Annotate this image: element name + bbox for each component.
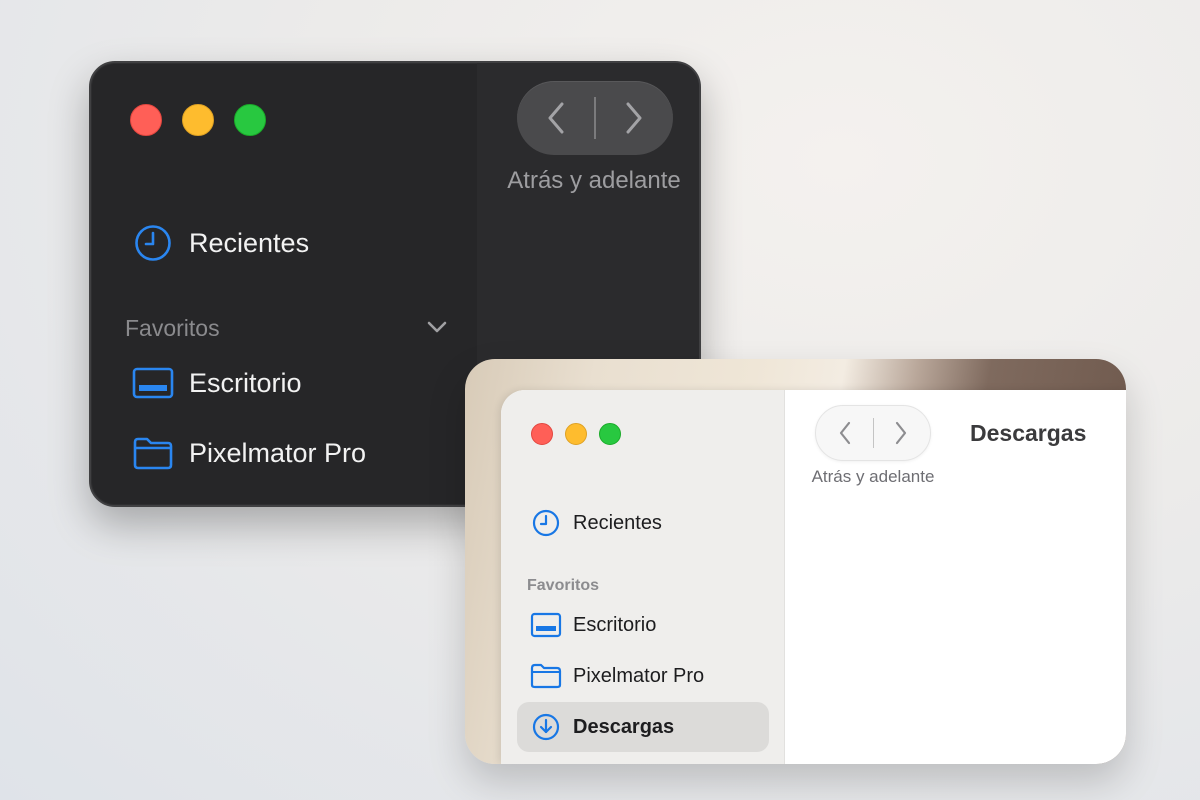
sidebar-item-label: Escritorio [573, 613, 657, 636]
chevron-down-icon[interactable] [425, 315, 449, 339]
forward-button[interactable] [872, 406, 930, 460]
sidebar-item-label: Pixelmator Pro [573, 664, 705, 687]
chevron-left-icon [548, 102, 564, 134]
sidebar-item-desktop[interactable]: Escritorio [131, 361, 302, 405]
sidebar-item-label: Escritorio [189, 367, 302, 398]
back-button[interactable] [517, 81, 595, 155]
desktop-icon [529, 608, 563, 642]
dark-window-controls [130, 104, 266, 136]
sidebar-item-desktop[interactable]: Escritorio [529, 608, 656, 642]
sidebar-item-label: Pixelmator Pro [189, 437, 367, 468]
folder-icon [131, 431, 175, 475]
minimize-button[interactable] [182, 104, 214, 136]
folder-icon [529, 659, 563, 693]
chevron-right-icon [895, 421, 907, 445]
window-title: Descargas [970, 420, 1087, 446]
sidebar-item-label: Recientes [189, 227, 310, 258]
clock-icon [529, 506, 563, 540]
nav-caption: Atrás y adelante [811, 467, 935, 486]
forward-button[interactable] [595, 81, 673, 155]
sidebar-item-recents[interactable]: Recientes [529, 506, 662, 540]
sidebar-item-pixelmator-pro[interactable]: Pixelmator Pro [131, 431, 366, 475]
sidebar-item-pixelmator-pro[interactable]: Pixelmator Pro [529, 659, 704, 693]
sidebar-item-label: Recientes [573, 511, 662, 534]
favorites-header: Favoritos [125, 315, 220, 341]
download-icon [529, 710, 563, 744]
zoom-button[interactable] [234, 104, 266, 136]
zoom-button[interactable] [599, 423, 621, 445]
sidebar-item-label: Descargas [573, 715, 675, 738]
light-window-controls [531, 423, 621, 445]
wallpaper-frame: Recientes Favoritos Escritorio Pixelmato… [465, 359, 1126, 764]
chevron-left-icon [839, 421, 851, 445]
dark-back-forward-control [517, 81, 673, 155]
clock-icon [131, 221, 175, 265]
light-finder-window: Recientes Favoritos Escritorio Pixelmato… [501, 390, 1126, 764]
nav-caption: Atrás y adelante [507, 167, 681, 194]
minimize-button[interactable] [565, 423, 587, 445]
chevron-right-icon [626, 102, 642, 134]
back-button[interactable] [816, 406, 874, 460]
sidebar-item-recents[interactable]: Recientes [131, 221, 309, 265]
light-back-forward-control [815, 405, 931, 461]
desktop-icon [131, 361, 175, 405]
close-button[interactable] [130, 104, 162, 136]
sidebar-item-downloads[interactable]: Descargas [529, 710, 674, 744]
sidebar: Recientes Favoritos Escritorio Pixelmato… [501, 390, 785, 764]
close-button[interactable] [531, 423, 553, 445]
favorites-header: Favoritos [527, 577, 600, 594]
